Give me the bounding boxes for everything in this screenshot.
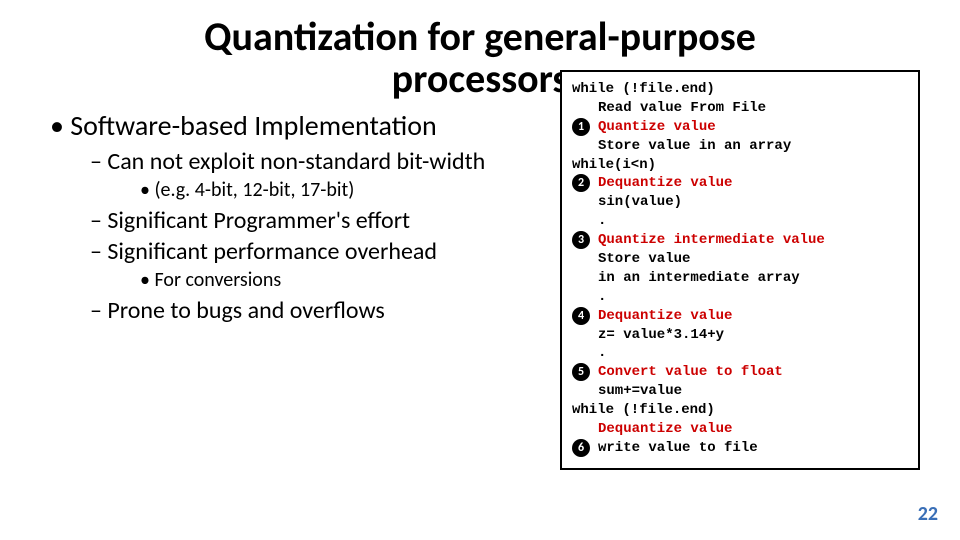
code-line: sin(value) — [572, 193, 908, 212]
code-text: Read value From File — [598, 99, 766, 118]
code-text-highlight: Convert value to float — [598, 363, 783, 382]
code-line: 4 Dequantize value — [572, 307, 908, 326]
code-line: sum+=value — [572, 382, 908, 401]
code-text: sin(value) — [598, 193, 682, 212]
page-number: 22 — [918, 502, 938, 526]
code-line: 2 Dequantize value — [572, 174, 908, 193]
code-line: . — [572, 344, 908, 363]
code-text-highlight: Dequantize value — [598, 307, 732, 326]
bullet-l2: Prone to bugs and overflows — [90, 296, 540, 325]
code-text: while(i<n) — [572, 156, 656, 175]
code-line: 1 Quantize value — [572, 118, 908, 137]
code-text: while (!file.end) — [572, 401, 715, 420]
code-line: 5 Convert value to float — [572, 363, 908, 382]
code-line: while (!file.end) — [572, 80, 908, 99]
code-box: while (!file.end) Read value From File 1… — [560, 70, 920, 470]
step-badge: 5 — [572, 363, 590, 381]
code-text: . — [598, 212, 606, 231]
code-line: . — [572, 288, 908, 307]
code-line: 6 write value to file — [572, 439, 908, 458]
code-line: . — [572, 212, 908, 231]
slide-body: Software-based Implementation Can not ex… — [40, 106, 920, 506]
code-text-highlight: Dequantize value — [598, 420, 732, 439]
code-text: Store value in an array — [598, 137, 791, 156]
code-text: while (!file.end) — [572, 80, 715, 99]
step-badge: 6 — [572, 439, 590, 457]
code-text-highlight: Quantize intermediate value — [598, 231, 825, 250]
code-text: Store value — [598, 250, 690, 269]
code-text: . — [598, 344, 606, 363]
code-line: 3 Quantize intermediate value — [572, 231, 908, 250]
code-area: while (!file.end) Read value From File 1… — [560, 106, 920, 506]
code-line: while (!file.end) — [572, 401, 908, 420]
code-line: Dequantize value — [572, 420, 908, 439]
code-text-highlight: Dequantize value — [598, 174, 732, 193]
step-badge: 4 — [572, 307, 590, 325]
code-text-highlight: Quantize value — [598, 118, 716, 137]
slide: Quantization for general-purpose process… — [0, 0, 960, 540]
step-badge: 1 — [572, 118, 590, 136]
code-line: z= value*3.14+y — [572, 326, 908, 345]
step-badge: 2 — [572, 174, 590, 192]
code-text: write value to file — [598, 439, 758, 458]
bullet-area: Software-based Implementation Can not ex… — [40, 106, 540, 506]
bullet-l3: For conversions — [140, 268, 540, 292]
code-line: Read value From File — [572, 99, 908, 118]
bullet-l2: Can not exploit non-standard bit-width — [90, 147, 540, 176]
code-text: sum+=value — [598, 382, 682, 401]
code-line: in an intermediate array — [572, 269, 908, 288]
code-line: Store value in an array — [572, 137, 908, 156]
bullet-l2: Significant Programmer's effort — [90, 206, 540, 235]
code-text: z= value*3.14+y — [598, 326, 724, 345]
code-text: . — [598, 288, 606, 307]
bullet-l1: Software-based Implementation — [50, 108, 540, 143]
bullet-list: Software-based Implementation Can not ex… — [40, 108, 540, 325]
step-badge: 3 — [572, 231, 590, 249]
code-line: while(i<n) — [572, 156, 908, 175]
bullet-l3: (e.g. 4-bit, 12-bit, 17-bit) — [140, 178, 540, 202]
bullet-l2: Significant performance overhead — [90, 237, 540, 266]
code-text: in an intermediate array — [598, 269, 800, 288]
code-line: Store value — [572, 250, 908, 269]
